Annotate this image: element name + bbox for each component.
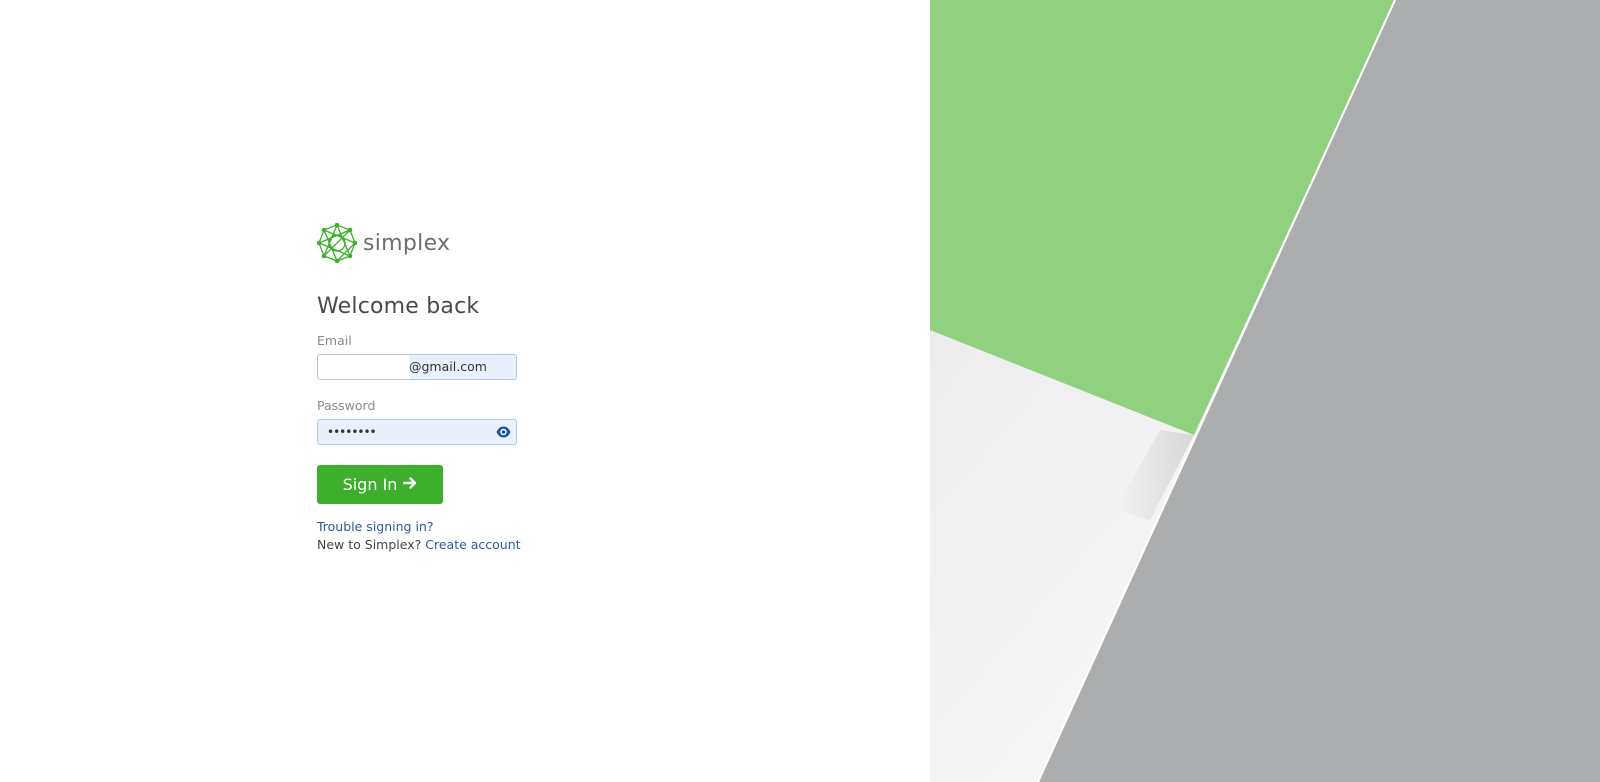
brand-name: simplex xyxy=(363,230,451,256)
auth-links: Trouble signing in? New to Simplex? Crea… xyxy=(317,518,617,554)
email-label: Email xyxy=(317,333,352,348)
password-value: •••••••• xyxy=(327,425,377,439)
login-page: simplex Welcome back Email @gmail.com Pa… xyxy=(0,0,1600,782)
eye-icon[interactable] xyxy=(496,425,511,439)
arrow-right-icon xyxy=(403,475,417,494)
email-field[interactable]: @gmail.com xyxy=(317,354,517,380)
sign-in-button[interactable]: Sign In xyxy=(317,465,443,504)
brand-logo: simplex xyxy=(317,222,617,264)
email-value: @gmail.com xyxy=(409,359,487,374)
page-title: Welcome back xyxy=(317,294,480,319)
trouble-signing-in-link[interactable]: Trouble signing in? xyxy=(317,519,433,534)
password-field[interactable]: •••••••• xyxy=(317,419,517,445)
password-label: Password xyxy=(317,398,376,413)
decorative-panel xyxy=(930,0,1600,782)
sign-in-label: Sign In xyxy=(342,475,398,494)
login-form: simplex Welcome back Email @gmail.com Pa… xyxy=(317,222,617,554)
create-account-link[interactable]: Create account xyxy=(425,537,520,552)
login-pane: simplex Welcome back Email @gmail.com Pa… xyxy=(0,0,930,782)
new-user-prompt: New to Simplex? xyxy=(317,537,422,552)
network-globe-icon xyxy=(317,223,357,263)
